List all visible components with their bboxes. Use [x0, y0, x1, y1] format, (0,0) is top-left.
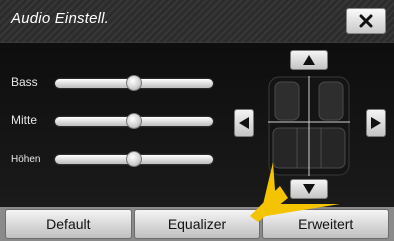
- mid-slider-knob[interactable]: [126, 113, 142, 129]
- arrow-left-icon: [239, 117, 249, 129]
- mid-label: Mitte: [11, 113, 38, 127]
- mid-slider[interactable]: [55, 113, 213, 129]
- balance-left-button[interactable]: [234, 109, 254, 137]
- balance-right-button[interactable]: [366, 109, 386, 137]
- bass-slider[interactable]: [55, 75, 213, 91]
- balance-up-button[interactable]: [290, 50, 328, 70]
- arrow-up-icon: [303, 55, 315, 65]
- default-button[interactable]: Default: [5, 209, 132, 239]
- treble-label: Höhen: [11, 154, 41, 165]
- bass-label: Bass: [11, 75, 38, 89]
- window-title: Audio Einstell.: [11, 10, 110, 27]
- treble-slider[interactable]: [55, 151, 213, 167]
- pointer-arrow-icon: [250, 162, 340, 222]
- title-bar: Audio Einstell.: [0, 0, 394, 43]
- treble-slider-knob[interactable]: [126, 151, 142, 167]
- close-button[interactable]: [346, 8, 386, 34]
- close-icon: [359, 14, 373, 28]
- bass-slider-knob[interactable]: [126, 75, 142, 91]
- car-seats-icon: [268, 76, 350, 176]
- arrow-right-icon: [371, 117, 381, 129]
